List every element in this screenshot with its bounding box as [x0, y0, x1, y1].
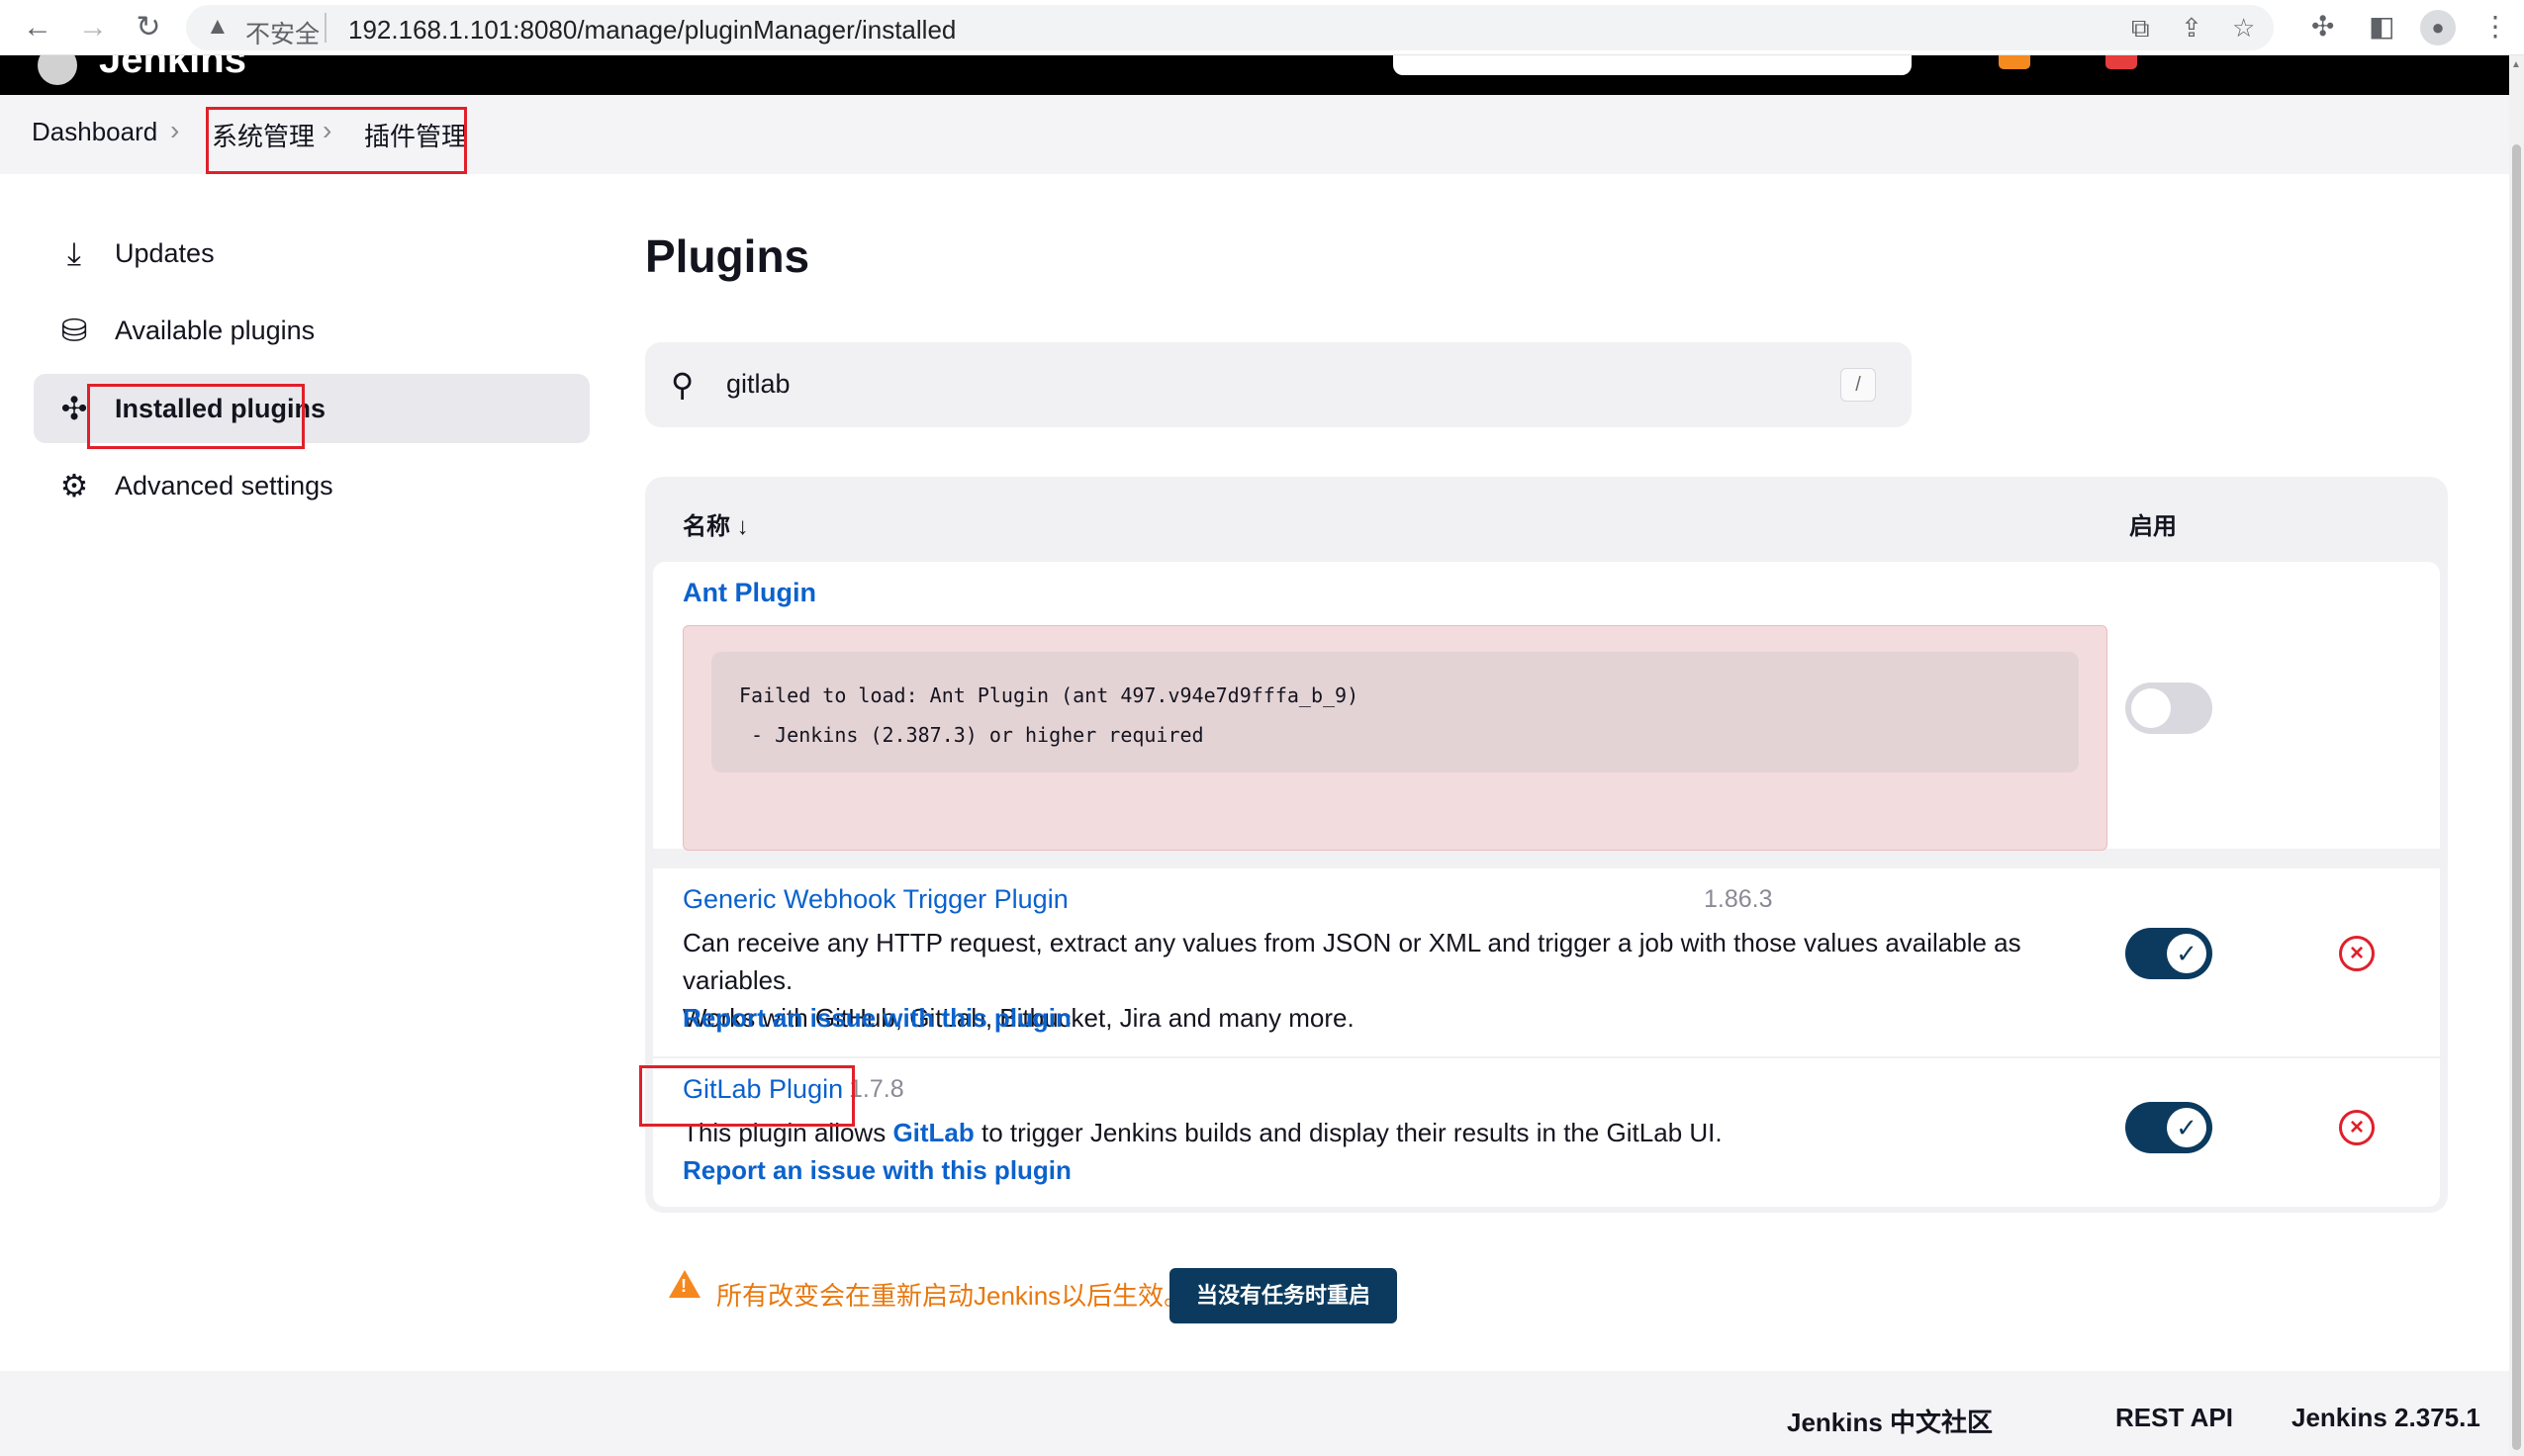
search-value[interactable]: gitlab	[726, 369, 791, 400]
footer-link-rest-api[interactable]: REST API	[2115, 1403, 2233, 1433]
sidebar-item-available-plugins[interactable]: ⛁ Available plugins	[34, 296, 590, 365]
menu-icon[interactable]: ⋮	[2481, 10, 2509, 43]
star-icon[interactable]: ☆	[2232, 13, 2255, 44]
browser-toolbar: ← → ↻ ▲ 不安全 192.168.1.101:8080/manage/pl…	[0, 0, 2524, 55]
insecure-label[interactable]: 不安全	[245, 15, 320, 50]
plugin-version: 1.7.8	[849, 1075, 904, 1103]
address-divider	[325, 13, 327, 43]
table-row: Ant Plugin Failed to load: Ant Plugin (a…	[653, 562, 2440, 851]
sidebar-item-advanced-settings[interactable]: ⚙ Advanced settings	[34, 451, 590, 520]
enable-toggle[interactable]: ✓	[2125, 928, 2212, 979]
report-issue-link[interactable]: Report an issue with this plugin	[683, 1003, 1072, 1034]
plugin-name-link[interactable]: Ant Plugin	[683, 578, 816, 608]
plugin-description: This plugin allows GitLab to trigger Jen…	[683, 1114, 2088, 1151]
plugin-error-box: Failed to load: Ant Plugin (ant 497.v94e…	[683, 625, 2107, 851]
table-row: Generic Webhook Trigger Plugin 1.86.3 Ca…	[653, 868, 2440, 1056]
sidebar-icon[interactable]: ◧	[2369, 10, 2394, 43]
plugin-version: 1.86.3	[1704, 885, 1773, 913]
search-icon: ⚲	[671, 367, 695, 403]
forward-icon[interactable]: →	[75, 10, 111, 46]
gear-icon: ⚙	[59, 468, 89, 503]
translate-icon[interactable]: ⧉	[2131, 13, 2150, 45]
sidebar-item-updates[interactable]: ⤓ Updates	[34, 219, 590, 288]
uninstall-icon[interactable]: ×	[2339, 1110, 2375, 1145]
sidebar-item-label: Updates	[115, 238, 215, 268]
column-header-enabled: 启用	[2129, 513, 2177, 540]
error-line: Failed to load: Ant Plugin (ant 497.v94e…	[739, 683, 1359, 707]
page-footer: Jenkins 中文社区 REST API Jenkins 2.375.1	[0, 1371, 2509, 1456]
reload-icon[interactable]: ↻	[131, 10, 166, 46]
extensions-icon[interactable]: ✣	[2311, 10, 2334, 43]
footer-link-community[interactable]: Jenkins 中文社区	[1787, 1403, 1993, 1439]
footer-link-version[interactable]: Jenkins 2.375.1	[2291, 1403, 2480, 1433]
sidebar-item-label: Advanced settings	[115, 471, 333, 500]
description-text: to trigger Jenkins builds and display th…	[974, 1118, 1723, 1147]
warning-icon[interactable]: ▲	[206, 13, 230, 41]
restart-when-idle-button[interactable]: 当没有任务时重启	[1169, 1268, 1397, 1323]
plugin-name-link[interactable]: Generic Webhook Trigger Plugin	[683, 884, 1069, 915]
share-icon[interactable]: ⇪	[2181, 13, 2202, 44]
warning-icon: !	[669, 1270, 701, 1298]
annotation-highlight-box	[87, 384, 305, 449]
breadcrumb-dashboard[interactable]: Dashboard	[32, 117, 157, 147]
header-search-input[interactable]	[1393, 55, 1912, 75]
jenkins-logo-icon[interactable]	[38, 55, 77, 85]
address-bar[interactable]: ▲ 不安全 192.168.1.101:8080/manage/pluginMa…	[186, 5, 2274, 50]
gitlab-link[interactable]: GitLab	[892, 1118, 974, 1147]
description-line: Can receive any HTTP request, extract an…	[683, 928, 2021, 995]
scroll-up-arrow-icon[interactable]: ▲	[2511, 59, 2521, 70]
back-icon[interactable]: ←	[20, 10, 55, 46]
annotation-highlight-box	[639, 1065, 855, 1127]
url-text[interactable]: 192.168.1.101:8080/manage/pluginManager/…	[348, 15, 956, 46]
toggle-knob	[2131, 688, 2171, 728]
security-badge[interactable]	[2105, 55, 2137, 69]
plugins-table: 名称 ↓ 启用 Ant Plugin Failed to load: Ant P…	[645, 477, 2448, 1213]
page-scrollbar[interactable]: ▲	[2509, 55, 2524, 1456]
error-line: - Jenkins (2.387.3) or higher required	[739, 723, 1204, 747]
enable-toggle[interactable]	[2125, 682, 2212, 734]
jenkins-wordmark[interactable]: Jenkins	[99, 55, 246, 82]
check-icon: ✓	[2167, 934, 2206, 973]
column-header-name[interactable]: 名称 ↓	[683, 506, 749, 541]
table-row: GitLab Plugin 1.7.8 This plugin allows G…	[653, 1058, 2440, 1207]
monitor-badge[interactable]	[1999, 55, 2030, 69]
jenkins-header: Jenkins	[0, 55, 2509, 95]
restart-notice-text: 所有改变会在重新启动Jenkins以后生效。	[716, 1281, 1190, 1311]
profile-icon[interactable]: ●	[2420, 10, 2456, 46]
uninstall-icon[interactable]: ×	[2339, 936, 2375, 971]
chevron-right-icon[interactable]: ›	[170, 115, 179, 146]
download-icon: ⤓	[66, 235, 82, 271]
sidebar-item-label: Available plugins	[115, 316, 316, 345]
plugin-error-message: Failed to load: Ant Plugin (ant 497.v94e…	[711, 652, 2079, 773]
enable-toggle[interactable]: ✓	[2125, 1102, 2212, 1153]
page-title: Plugins	[645, 230, 810, 282]
report-issue-link[interactable]: Report an issue with this plugin	[683, 1155, 1072, 1186]
check-icon: ✓	[2167, 1108, 2206, 1147]
plugin-search-input[interactable]: ⚲ gitlab /	[645, 342, 1912, 427]
annotation-highlight-box	[206, 107, 467, 174]
keyboard-shortcut-hint: /	[1840, 368, 1876, 402]
shopping-bag-icon: ⛁	[60, 313, 88, 348]
scrollbar-thumb[interactable]	[2512, 144, 2521, 1450]
